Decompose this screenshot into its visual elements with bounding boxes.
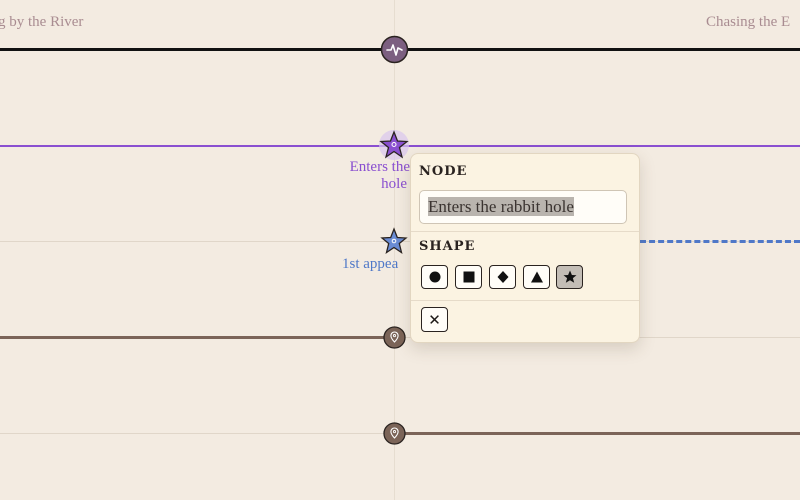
shape-star-button[interactable] xyxy=(556,265,583,289)
shape-diamond-button[interactable] xyxy=(489,265,516,289)
triangle-icon xyxy=(530,271,543,283)
brown-track[interactable] xyxy=(0,336,394,339)
shape-heading: SHAPE xyxy=(419,239,476,254)
circle-icon xyxy=(429,271,440,283)
node-name-value: Enters the rabbit hole xyxy=(428,197,574,216)
diamond-icon xyxy=(497,271,508,283)
chapter-label-left[interactable]: g by the River xyxy=(0,14,83,31)
location-node[interactable] xyxy=(383,422,406,445)
node-heading: NODE xyxy=(419,164,468,179)
node-edit-popover: NODE Enters the rabbit hole SHAPE ✕ xyxy=(410,153,640,343)
divider xyxy=(411,231,639,232)
divider xyxy=(411,300,639,301)
node-label-line: hole xyxy=(381,176,407,192)
blue-dashed-track[interactable] xyxy=(640,240,800,243)
node-name-input[interactable]: Enters the rabbit hole xyxy=(419,190,627,224)
square-icon xyxy=(463,271,474,283)
close-button[interactable]: ✕ xyxy=(421,307,448,332)
node-label: 1st appea xyxy=(342,256,399,272)
location-node[interactable] xyxy=(383,326,406,349)
star-icon xyxy=(563,270,576,283)
star-node[interactable] xyxy=(380,227,408,255)
close-icon: ✕ xyxy=(428,310,441,329)
star-node-selected[interactable] xyxy=(377,128,411,162)
shape-square-button[interactable] xyxy=(455,265,482,289)
shape-triangle-button[interactable] xyxy=(523,265,550,289)
activity-node[interactable] xyxy=(380,35,409,64)
shape-circle-button[interactable] xyxy=(421,265,448,289)
brown-track[interactable] xyxy=(394,432,800,435)
node-label-line: Enters the xyxy=(349,159,410,175)
node-label: Enters the hole xyxy=(334,159,410,193)
chapter-label-right[interactable]: Chasing the E xyxy=(706,14,790,31)
